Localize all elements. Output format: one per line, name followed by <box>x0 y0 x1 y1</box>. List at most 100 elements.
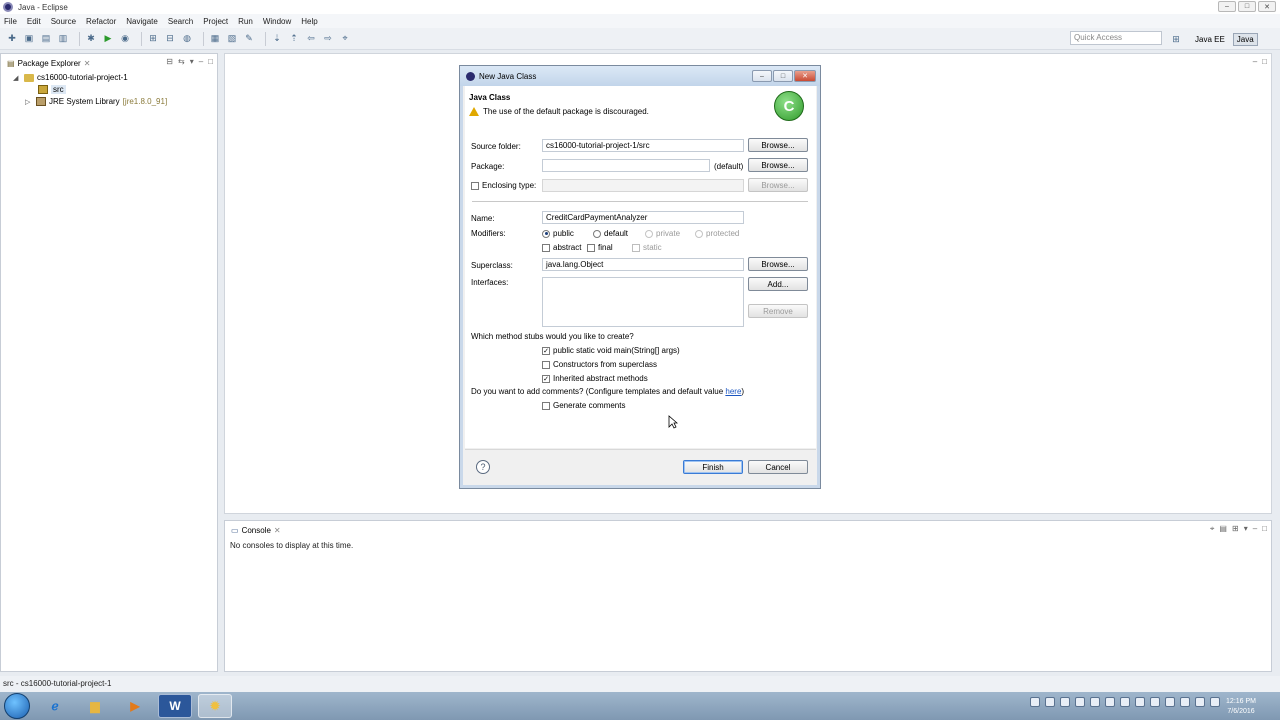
save-all-icon[interactable]: ▤ <box>40 33 52 45</box>
tray-icon[interactable] <box>1180 697 1190 707</box>
modifier-protected-radio[interactable]: protected <box>695 229 739 238</box>
collapse-arrow-icon[interactable]: ◢ <box>13 74 21 82</box>
tray-icon[interactable] <box>1150 697 1160 707</box>
modifier-final-checkbox[interactable]: final <box>587 243 613 252</box>
tab-console[interactable]: ▭ Console ✕ <box>227 523 285 537</box>
open-type-icon[interactable]: ▦ <box>209 33 221 45</box>
menu-project[interactable]: Project <box>203 17 228 26</box>
view-menu-icon[interactable]: ▾ <box>190 57 194 66</box>
console-view-menu-icon[interactable]: ▾ <box>1244 524 1248 534</box>
modifier-public-radio[interactable]: public <box>542 229 574 238</box>
tab-package-explorer[interactable]: ▤ Package Explorer ✕ <box>3 56 94 70</box>
view-minimize-icon[interactable]: – <box>199 57 203 66</box>
tree-item-jre[interactable]: ▷ JRE System Library [jre1.8.0_91] <box>25 97 167 106</box>
enclosing-type-input[interactable] <box>542 179 744 192</box>
tray-icon[interactable] <box>1090 697 1100 707</box>
console-maximize-icon[interactable]: □ <box>1262 524 1267 534</box>
taskbar-clock[interactable]: 12:16 PM 7/6/2016 <box>1226 697 1256 717</box>
enclosing-type-checkbox[interactable]: Enclosing type: <box>471 181 536 190</box>
configure-templates-link[interactable]: here <box>725 387 741 396</box>
perspective-java[interactable]: Java <box>1232 32 1258 46</box>
dialog-maximize-button[interactable]: □ <box>773 70 793 82</box>
tray-icon[interactable] <box>1105 697 1115 707</box>
display-console-icon[interactable]: ▤ <box>1219 524 1227 534</box>
stub-constructors-checkbox[interactable]: Constructors from superclass <box>542 360 657 369</box>
console-minimize-icon[interactable]: – <box>1253 524 1257 534</box>
interfaces-list[interactable] <box>542 277 744 327</box>
expand-arrow-icon[interactable]: ▷ <box>25 98 33 106</box>
menu-search[interactable]: Search <box>168 17 193 26</box>
coverage-icon[interactable]: ◉ <box>119 33 131 45</box>
taskbar-ie[interactable]: ℯ <box>38 694 72 718</box>
taskbar-explorer[interactable]: ▆ <box>78 694 112 718</box>
open-perspective-icon[interactable]: ⊞ <box>1170 33 1182 45</box>
print-icon[interactable]: ▥ <box>57 33 69 45</box>
add-interface-button[interactable]: Add... <box>748 277 808 291</box>
package-input[interactable] <box>542 159 710 172</box>
stub-main-checkbox[interactable]: ✓ public static void main(String[] args) <box>542 346 680 355</box>
source-folder-input[interactable]: cs16000-tutorial-project-1/src <box>542 139 744 152</box>
generate-comments-checkbox[interactable]: Generate comments <box>542 401 625 410</box>
volume-icon[interactable] <box>1195 697 1205 707</box>
modifier-default-radio[interactable]: default <box>593 229 628 238</box>
class-name-input[interactable]: CreditCardPaymentAnalyzer <box>542 211 744 224</box>
browse-package-button[interactable]: Browse... <box>748 158 808 172</box>
browse-superclass-button[interactable]: Browse... <box>748 257 808 271</box>
new-icon[interactable]: ✚ <box>6 33 18 45</box>
menu-help[interactable]: Help <box>301 17 317 26</box>
tray-icon[interactable] <box>1060 697 1070 707</box>
menu-window[interactable]: Window <box>263 17 291 26</box>
pin-editor-icon[interactable]: ⌖ <box>339 33 351 45</box>
tray-icon[interactable] <box>1045 697 1055 707</box>
tree-item-src[interactable]: src <box>27 85 66 94</box>
debug-icon[interactable]: ✱ <box>85 33 97 45</box>
tray-icon[interactable] <box>1120 697 1130 707</box>
open-console-icon[interactable]: ⊞ <box>1232 524 1239 534</box>
taskbar-eclipse[interactable]: ✹ <box>198 694 232 718</box>
close-console-tab-icon[interactable]: ✕ <box>274 526 281 535</box>
previous-annotation-icon[interactable]: ⇡ <box>288 33 300 45</box>
pin-console-icon[interactable]: ⌖ <box>1210 524 1215 534</box>
view-maximize-icon[interactable]: □ <box>208 57 213 66</box>
remove-interface-button[interactable]: Remove <box>748 304 808 318</box>
help-icon[interactable]: ? <box>476 460 490 474</box>
network-icon[interactable] <box>1210 697 1220 707</box>
start-button[interactable] <box>4 693 30 719</box>
back-icon[interactable]: ⇦ <box>305 33 317 45</box>
menu-navigate[interactable]: Navigate <box>126 17 158 26</box>
menu-source[interactable]: Source <box>51 17 76 26</box>
perspective-javaee[interactable]: Java EE <box>1191 33 1229 46</box>
new-class-icon[interactable]: ◍ <box>181 33 193 45</box>
finish-button[interactable]: Finish <box>683 460 743 474</box>
editor-maximize-icon[interactable]: □ <box>1262 57 1267 66</box>
browse-source-folder-button[interactable]: Browse... <box>748 138 808 152</box>
collapse-all-icon[interactable]: ⊟ <box>166 57 173 66</box>
modifier-static-checkbox[interactable]: static <box>632 243 662 252</box>
dialog-close-button[interactable]: ✕ <box>794 70 816 82</box>
window-minimize-button[interactable]: – <box>1218 1 1236 12</box>
menu-file[interactable]: File <box>4 17 17 26</box>
window-maximize-button[interactable]: □ <box>1238 1 1256 12</box>
tray-icon[interactable] <box>1135 697 1145 707</box>
forward-icon[interactable]: ⇨ <box>322 33 334 45</box>
run-icon[interactable]: ▶ <box>102 33 114 45</box>
search-icon[interactable]: ✎ <box>243 33 255 45</box>
taskbar-word[interactable]: W <box>158 694 192 718</box>
menu-refactor[interactable]: Refactor <box>86 17 116 26</box>
menu-run[interactable]: Run <box>238 17 253 26</box>
cancel-button[interactable]: Cancel <box>748 460 808 474</box>
quick-access-input[interactable]: Quick Access <box>1070 31 1162 45</box>
stub-inherited-checkbox[interactable]: ✓ Inherited abstract methods <box>542 374 648 383</box>
browse-enclosing-type-button[interactable]: Browse... <box>748 178 808 192</box>
close-tab-icon[interactable]: ✕ <box>84 59 91 68</box>
modifier-private-radio[interactable]: private <box>645 229 680 238</box>
open-task-icon[interactable]: ▧ <box>226 33 238 45</box>
save-icon[interactable]: ▣ <box>23 33 35 45</box>
link-with-editor-icon[interactable]: ⇆ <box>178 57 185 66</box>
new-package-icon[interactable]: ⊟ <box>164 33 176 45</box>
tree-item-project[interactable]: ◢ cs16000-tutorial-project-1 <box>13 73 128 82</box>
next-annotation-icon[interactable]: ⇣ <box>271 33 283 45</box>
superclass-input[interactable]: java.lang.Object <box>542 258 744 271</box>
menu-edit[interactable]: Edit <box>27 17 41 26</box>
window-close-button[interactable]: ✕ <box>1258 1 1276 12</box>
